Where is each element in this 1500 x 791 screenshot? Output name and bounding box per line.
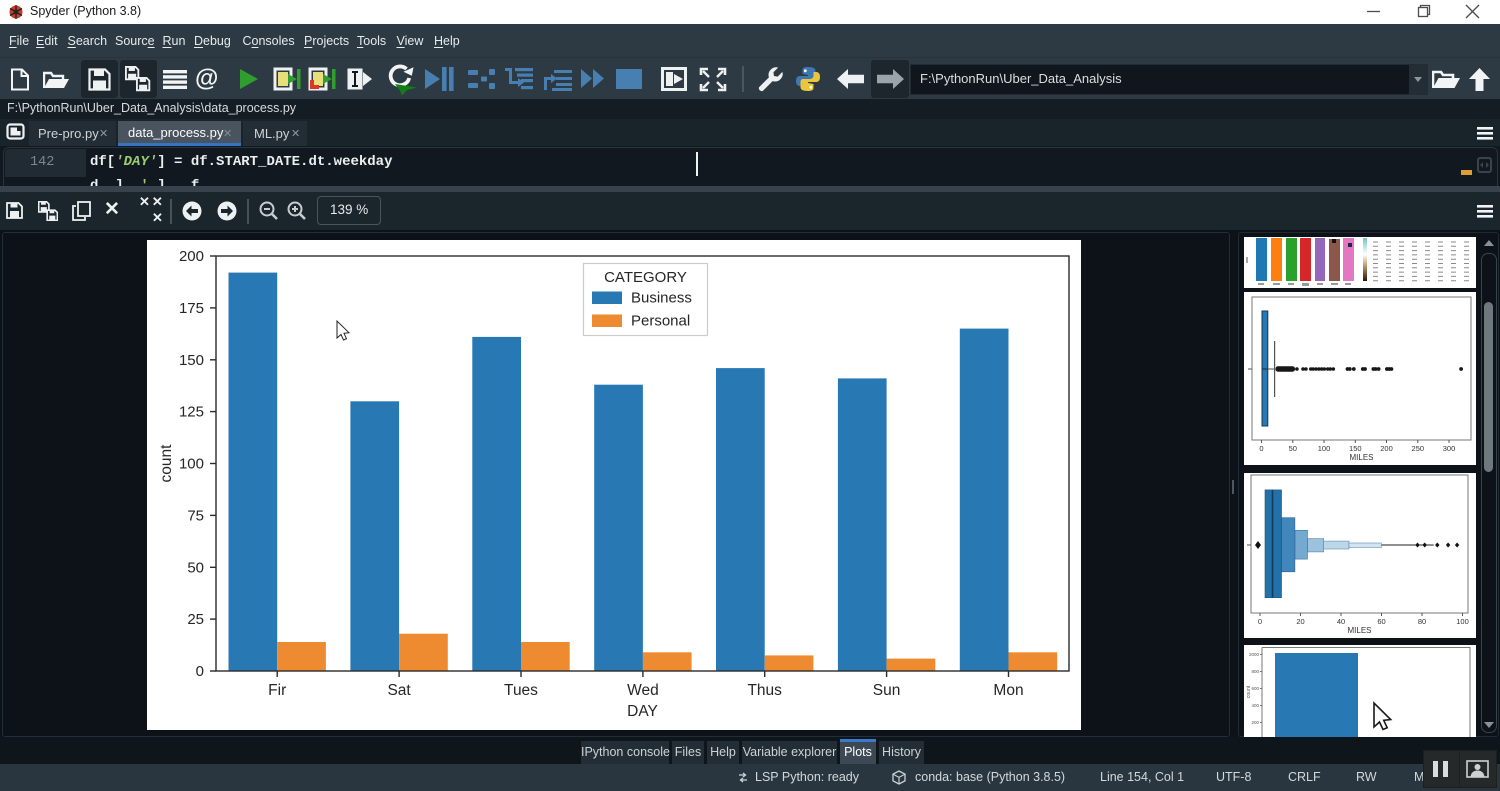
svg-text:800: 800 xyxy=(1251,669,1259,674)
svg-text:Business: Business xyxy=(631,290,692,307)
svg-text:125: 125 xyxy=(179,404,204,421)
svg-text:Tues: Tues xyxy=(504,682,538,699)
svg-text:40: 40 xyxy=(1337,617,1345,626)
svg-text:Thus: Thus xyxy=(747,682,782,699)
svg-text:20: 20 xyxy=(1296,617,1304,626)
svg-text:count: count xyxy=(1246,685,1252,698)
svg-text:Personal: Personal xyxy=(631,313,690,330)
svg-text:2000: 2000 xyxy=(1249,652,1260,657)
svg-text:50: 50 xyxy=(1289,444,1297,453)
svg-text:0: 0 xyxy=(196,663,204,680)
svg-text:CATEGORY: CATEGORY xyxy=(604,269,687,286)
svg-text:MILES: MILES xyxy=(1347,626,1371,635)
svg-text:count: count xyxy=(158,444,175,483)
svg-text:150: 150 xyxy=(179,352,204,369)
svg-text:DAY: DAY xyxy=(627,703,658,720)
svg-text:80: 80 xyxy=(1418,617,1426,626)
svg-text:300: 300 xyxy=(1443,444,1456,453)
svg-text:200: 200 xyxy=(1251,720,1259,725)
svg-text:100: 100 xyxy=(1318,444,1331,453)
svg-text:Sun: Sun xyxy=(873,682,901,699)
svg-text:Sat: Sat xyxy=(387,682,411,699)
svg-text:50: 50 xyxy=(187,559,204,576)
svg-text:200: 200 xyxy=(179,248,204,265)
svg-text:Mon: Mon xyxy=(993,682,1023,699)
svg-text:60: 60 xyxy=(1377,617,1385,626)
svg-text:0: 0 xyxy=(1258,617,1262,626)
svg-text:175: 175 xyxy=(179,300,204,317)
svg-text:600: 600 xyxy=(1251,686,1259,691)
svg-text:250: 250 xyxy=(1412,444,1425,453)
svg-text:200: 200 xyxy=(1380,444,1393,453)
svg-text:Fir: Fir xyxy=(268,682,286,699)
svg-text:100: 100 xyxy=(179,456,204,473)
svg-text:150: 150 xyxy=(1349,444,1362,453)
svg-text:25: 25 xyxy=(187,611,204,628)
svg-text:Wed: Wed xyxy=(627,682,659,699)
svg-text:MILES: MILES xyxy=(1349,453,1373,462)
svg-text:100: 100 xyxy=(1456,617,1469,626)
svg-text:400: 400 xyxy=(1251,703,1259,708)
svg-text:75: 75 xyxy=(187,507,204,524)
svg-text:0: 0 xyxy=(1259,444,1263,453)
